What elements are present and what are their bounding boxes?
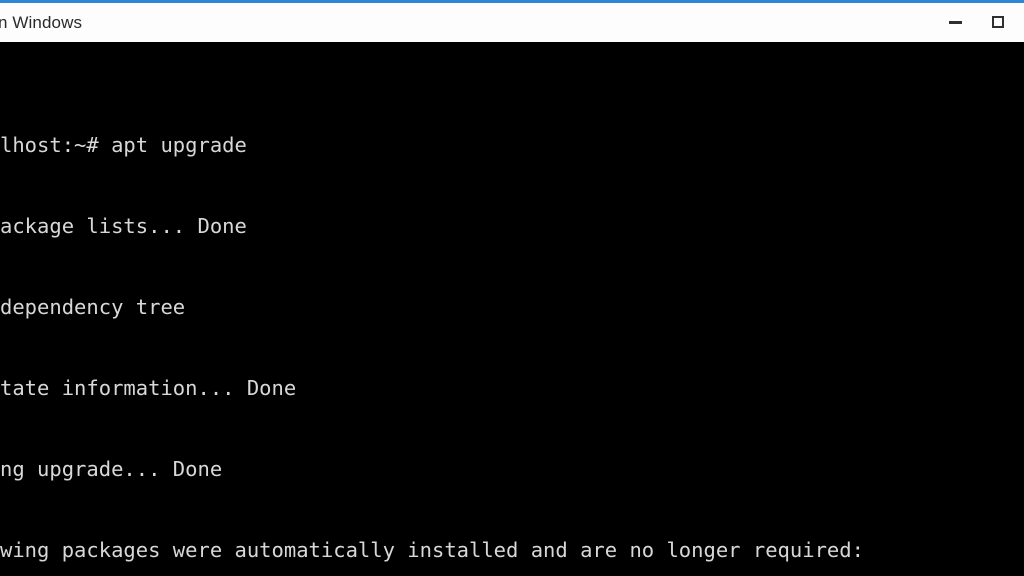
terminal-line: dependency tree [0,295,186,319]
terminal-line: lhost:~# apt upgrade [0,133,247,157]
terminal-line: ackage lists... Done [0,214,247,238]
minimize-icon [948,21,962,24]
window-controls [932,3,1024,42]
terminal-line: wing packages were automatically install… [0,538,864,562]
minimize-button[interactable] [932,3,978,42]
maximize-button[interactable] [978,3,1024,42]
terminal-output: lhost:~# apt upgrade ackage lists... Don… [0,51,1024,576]
terminal-line: ng upgrade... Done [0,457,223,481]
terminal-line: tate information... Done [0,376,297,400]
maximize-icon [992,16,1004,28]
terminal-app-window: n Windows lhost:~# apt upgrade ackage li… [0,0,1024,576]
title-bar[interactable]: n Windows [0,3,1024,42]
terminal-screen[interactable]: lhost:~# apt upgrade ackage lists... Don… [0,42,1024,576]
window-title: n Windows [0,12,83,32]
